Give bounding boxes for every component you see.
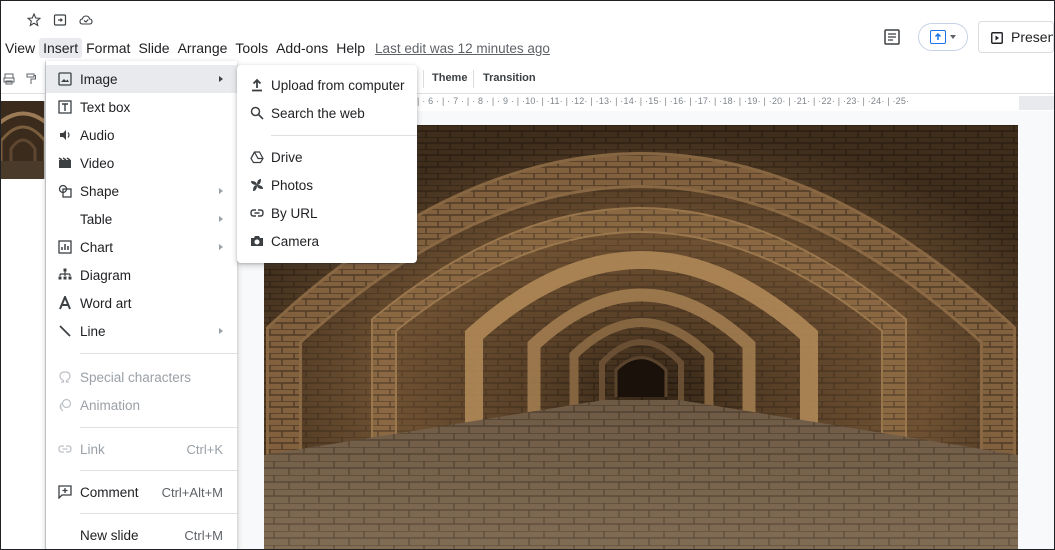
menu-bar: View Insert Format Slide Arrange Tools A…	[1, 37, 550, 59]
app-window: View Insert Format Slide Arrange Tools A…	[0, 0, 1055, 550]
theme-button[interactable]: Theme	[432, 72, 467, 84]
menu-item-comment[interactable]: Comment Ctrl+Alt+M	[46, 478, 237, 506]
audio-icon	[57, 127, 73, 143]
present-options-dropdown[interactable]	[918, 23, 968, 51]
menu-arrange[interactable]: Arrange	[174, 38, 232, 58]
last-edit-link[interactable]: Last edit was 12 minutes ago	[375, 41, 550, 56]
submenu-item-by-url[interactable]: By URL	[237, 199, 417, 227]
animation-icon	[57, 397, 73, 413]
menu-item-chart[interactable]: Chart	[46, 233, 237, 261]
menu-item-video[interactable]: Video	[46, 149, 237, 177]
present-upload-icon	[930, 30, 946, 44]
submenu-arrow-icon	[219, 188, 223, 194]
image-submenu: Upload from computer Search the web Driv…	[237, 65, 417, 263]
ruler-margin	[1019, 96, 1054, 110]
menu-item-line[interactable]: Line	[46, 317, 237, 345]
upload-icon	[249, 77, 265, 93]
link-icon	[249, 205, 265, 221]
search-icon	[249, 105, 265, 121]
insert-menu: Image Text box Audio Video Shape Table C…	[46, 61, 237, 549]
horizontal-ruler: | · 6 · | · 7 · | · 8 · | · 9 · | ·10· |…	[417, 96, 910, 106]
cloud-saved-icon[interactable]	[79, 13, 93, 27]
shape-icon	[57, 183, 73, 199]
link-icon	[57, 441, 73, 457]
print-icon[interactable]	[3, 72, 15, 85]
toolbar-left-tools	[3, 72, 37, 85]
camera-icon	[249, 233, 265, 249]
line-icon	[57, 323, 73, 339]
menu-slide[interactable]: Slide	[134, 38, 173, 58]
submenu-arrow-icon	[219, 328, 223, 334]
text-box-icon	[57, 99, 73, 115]
menu-item-new-slide[interactable]: New slide Ctrl+M	[46, 521, 237, 549]
toolbar-separator	[473, 70, 474, 88]
menu-item-audio[interactable]: Audio	[46, 121, 237, 149]
comment-history-button[interactable]	[882, 27, 902, 47]
move-to-folder-icon[interactable]	[53, 13, 67, 27]
submenu-item-drive[interactable]: Drive	[237, 143, 417, 171]
menu-tools[interactable]: Tools	[231, 38, 272, 58]
diagram-icon	[57, 267, 73, 283]
menu-separator	[80, 513, 237, 514]
menu-separator	[80, 470, 237, 471]
menu-add-ons[interactable]: Add-ons	[272, 38, 332, 58]
menu-item-word-art[interactable]: Word art	[46, 289, 237, 317]
submenu-separator	[271, 135, 417, 136]
submenu-arrow-icon	[219, 76, 223, 82]
menu-item-special-characters: Special characters	[46, 363, 237, 391]
menu-insert[interactable]: Insert	[39, 38, 83, 58]
chevron-down-icon	[950, 35, 956, 39]
omega-icon	[57, 369, 73, 385]
present-button[interactable]: Presen	[978, 21, 1054, 53]
video-icon	[57, 155, 73, 171]
submenu-item-search-web[interactable]: Search the web	[237, 99, 417, 127]
menu-item-animation: Animation	[46, 391, 237, 419]
menu-item-image[interactable]: Image	[46, 65, 237, 93]
comment-icon	[57, 484, 73, 500]
submenu-item-photos[interactable]: Photos	[237, 171, 417, 199]
title-icons	[27, 13, 93, 27]
submenu-arrow-icon	[219, 244, 223, 250]
toolbar-separator	[423, 70, 424, 88]
slide-thumbnail[interactable]	[1, 101, 45, 179]
menu-item-text-box[interactable]: Text box	[46, 93, 237, 121]
submenu-arrow-icon	[219, 216, 223, 222]
menu-item-table[interactable]: Table	[46, 205, 237, 233]
menu-item-link: Link Ctrl+K	[46, 435, 237, 463]
menu-separator	[80, 427, 237, 428]
menu-format[interactable]: Format	[82, 38, 134, 58]
header-actions: Presen	[882, 21, 1054, 53]
play-icon	[991, 31, 1003, 44]
star-icon[interactable]	[27, 13, 41, 27]
submenu-item-camera[interactable]: Camera	[237, 227, 417, 255]
image-icon	[57, 71, 73, 87]
menu-separator	[80, 353, 237, 354]
word-art-icon	[57, 295, 73, 311]
comment-history-icon	[884, 29, 900, 45]
menu-help[interactable]: Help	[332, 38, 369, 58]
drive-icon	[249, 149, 265, 165]
menu-item-diagram[interactable]: Diagram	[46, 261, 237, 289]
menu-view[interactable]: View	[1, 38, 39, 58]
present-label: Presen	[1011, 29, 1054, 45]
chart-icon	[57, 239, 73, 255]
menu-item-shape[interactable]: Shape	[46, 177, 237, 205]
submenu-item-upload[interactable]: Upload from computer	[237, 71, 417, 99]
photos-icon	[249, 177, 265, 193]
paint-format-icon[interactable]	[25, 72, 37, 84]
transition-button[interactable]: Transition	[483, 72, 536, 84]
